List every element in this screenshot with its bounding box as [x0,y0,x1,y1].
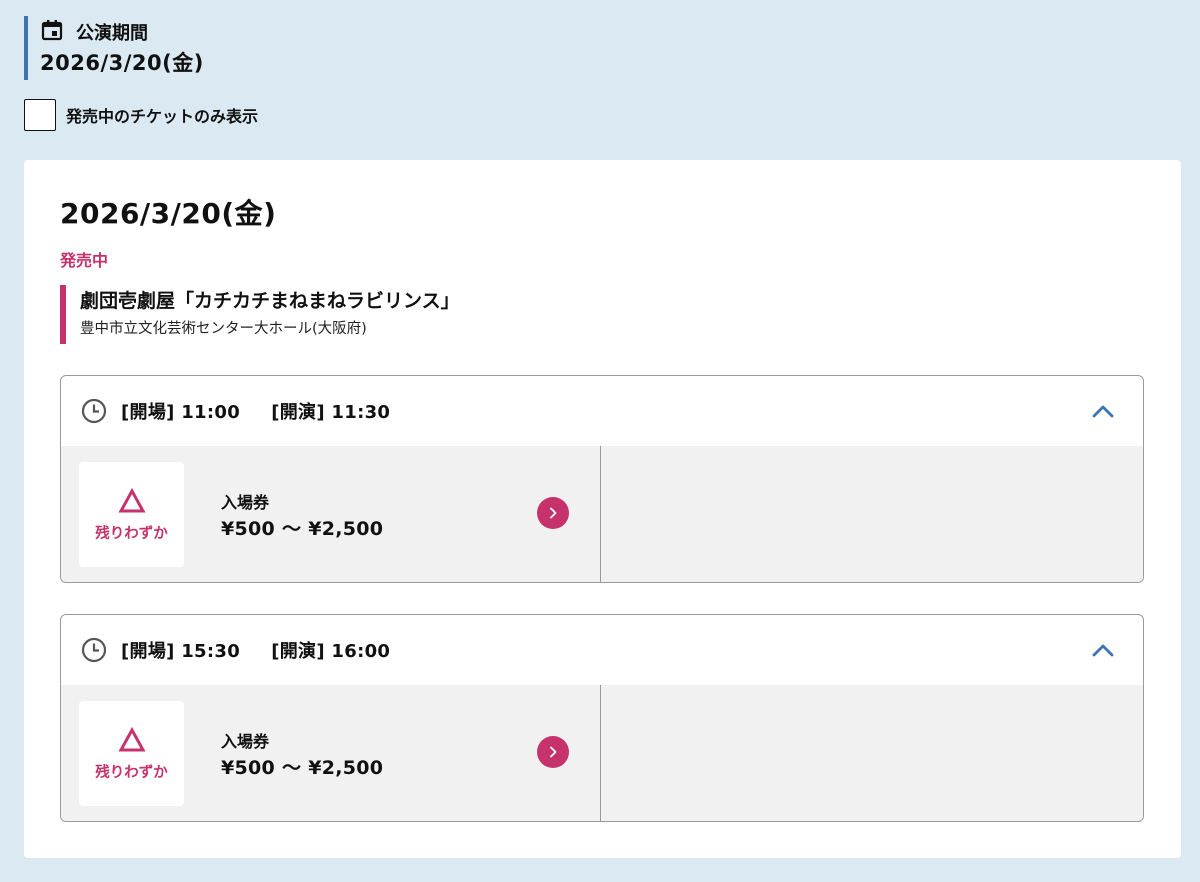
performance-times: [開場] 15:30 [開演] 16:00 [121,637,390,663]
chevron-right-icon [550,507,557,519]
period-label: 公演期間 [76,23,148,44]
on-sale-only-checkbox[interactable] [24,99,56,131]
ticket-detail-button[interactable] [537,736,569,768]
start-time: 16:00 [331,641,391,662]
start-label: [開演] [271,641,325,662]
ticket-panel: 残りわずか 入場券 ¥500 〜 ¥2,500 [61,685,1143,821]
performance-header[interactable]: [開場] 15:30 [開演] 16:00 [61,615,1143,685]
availability-badge: 残りわずか [79,701,184,806]
triangle-icon [117,726,146,752]
ticket-row[interactable]: 残りわずか 入場券 ¥500 〜 ¥2,500 [61,685,601,821]
performance-header[interactable]: [開場] 11:00 [開演] 11:30 [61,376,1143,446]
ticket-name: 入場券 [221,732,270,751]
triangle-icon [117,487,146,513]
availability-label: 残りわずか [95,765,168,781]
open-label: [開場] [121,402,175,423]
chevron-right-icon [550,746,557,758]
availability-badge: 残りわずか [79,462,184,567]
event-info: 劇団壱劇屋「カチカチまねまねラビリンス」 豊中市立文化芸術センター大ホール(大阪… [60,285,460,344]
ticket-name: 入場券 [221,493,270,512]
performance-item: [開場] 11:00 [開演] 11:30 残りわずか 入場券 ¥500 〜 ¥… [60,375,1144,583]
chevron-up-icon[interactable] [1091,640,1115,660]
ticket-panel-empty [601,446,1143,582]
ticket-row[interactable]: 残りわずか 入場券 ¥500 〜 ¥2,500 [61,446,601,582]
start-label: [開演] [271,402,325,423]
performance-period: 公演期間 2026/3/20(金) [24,16,204,80]
ticket-panel: 残りわずか 入場券 ¥500 〜 ¥2,500 [61,446,1143,582]
calendar-icon [40,18,76,46]
period-date: 2026/3/20(金) [40,51,204,75]
on-sale-only-label[interactable]: 発売中のチケットのみ表示 [66,103,258,127]
ticket-price: ¥500 〜 ¥2,500 [221,757,384,779]
open-time: 15:30 [181,641,241,662]
start-time: 11:30 [331,402,391,423]
sale-status: 発売中 [60,251,109,270]
on-sale-filter[interactable]: 発売中のチケットのみ表示 [24,99,258,131]
event-title: 劇団壱劇屋「カチカチまねまねラビリンス」 [80,290,460,312]
open-label: [開場] [121,641,175,662]
clock-icon [81,398,107,424]
event-venue: 豊中市立文化芸術センター大ホール(大阪府) [80,321,367,337]
availability-label: 残りわずか [95,526,168,542]
card-date: 2026/3/20(金) [60,197,277,230]
clock-icon [81,637,107,663]
chevron-up-icon[interactable] [1091,401,1115,421]
performance-item: [開場] 15:30 [開演] 16:00 残りわずか 入場券 ¥500 〜 ¥… [60,614,1144,822]
performance-times: [開場] 11:00 [開演] 11:30 [121,398,390,424]
ticket-detail-button[interactable] [537,497,569,529]
ticket-price: ¥500 〜 ¥2,500 [221,518,384,540]
date-card: 2026/3/20(金) 発売中 劇団壱劇屋「カチカチまねまねラビリンス」 豊中… [24,160,1181,858]
ticket-panel-empty [601,685,1143,821]
open-time: 11:00 [181,402,241,423]
